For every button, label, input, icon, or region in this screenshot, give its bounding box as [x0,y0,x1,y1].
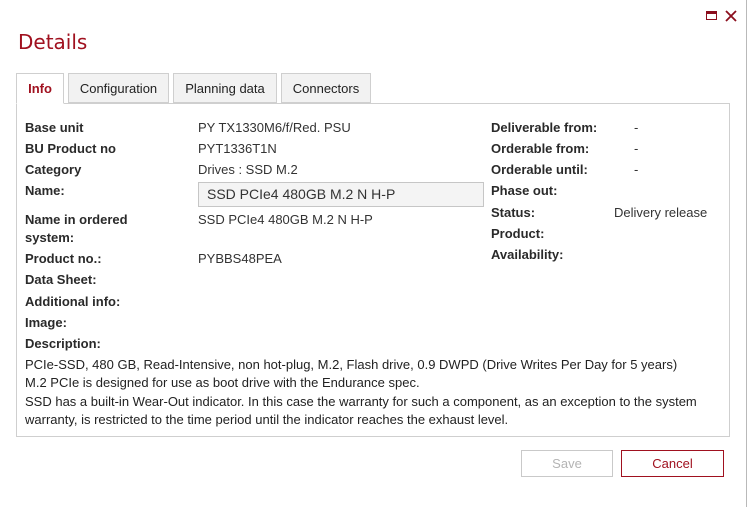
name-in-ordered-system-label-line2: system: [25,230,75,245]
save-button[interactable]: Save [521,450,613,477]
orderable-from-label: Orderable from: [491,141,590,156]
description-line: M.2 PCIe is designed for use as boot dri… [25,375,420,391]
additional-info-label: Additional info: [25,294,121,309]
phase-out-label: Phase out: [491,183,558,198]
maximize-button[interactable] [705,8,720,24]
bu-product-no-value: PYT1336T1N [198,141,277,156]
base-unit-value: PY TX1330M6/f/Red. PSU [198,120,351,135]
close-button[interactable] [724,8,739,24]
category-value: Drives : SSD M.2 [198,162,298,177]
product-no-value: PYBBS48PEA [198,251,282,266]
description-line: warranty, is restricted to the time peri… [25,411,509,427]
status-label: Status: [491,205,536,220]
product-label: Product: [491,226,545,241]
orderable-until-label: Orderable until: [491,162,588,177]
close-icon [725,10,737,22]
name-field[interactable]: SSD PCIe4 480GB M.2 N H-P [198,182,484,207]
description-label: Description: [25,336,101,351]
description-text: PCIe-SSD, 480 GB, Read-Intensive, non ho… [25,356,715,429]
name-label: Name: [25,183,65,198]
category-label: Category [25,162,82,177]
description-line: SSD has a built-in Wear-Out indicator. I… [25,393,697,409]
image-label: Image: [25,315,67,330]
tab-info[interactable]: Info [16,73,64,104]
dialog-title: Details [18,30,88,54]
tab-configuration[interactable]: Configuration [68,73,169,103]
tab-planning-data[interactable]: Planning data [173,73,277,103]
description-line: PCIe-SSD, 480 GB, Read-Intensive, non ho… [25,357,678,372]
name-in-ordered-system-value: SSD PCIe4 480GB M.2 N H-P [198,212,373,227]
tab-connectors[interactable]: Connectors [281,73,371,103]
bu-product-no-label: BU Product no [25,141,116,156]
deliverable-from-label: Deliverable from: [491,120,598,135]
orderable-from-value: - [634,141,639,156]
cancel-button[interactable]: Cancel [621,450,724,477]
deliverable-from-value: - [634,120,639,135]
info-panel: Base unit PY TX1330M6/f/Red. PSU BU Prod… [16,103,730,437]
availability-label: Availability: [491,247,564,262]
status-value: Delivery release [614,205,708,220]
product-no-label: Product no.: [25,251,102,266]
window-edge [746,0,747,507]
base-unit-label: Base unit [25,120,84,135]
data-sheet-label: Data Sheet: [25,272,97,287]
name-in-ordered-system-label-line1: Name in ordered [25,212,128,227]
maximize-icon [706,11,717,20]
orderable-until-value: - [634,162,639,177]
